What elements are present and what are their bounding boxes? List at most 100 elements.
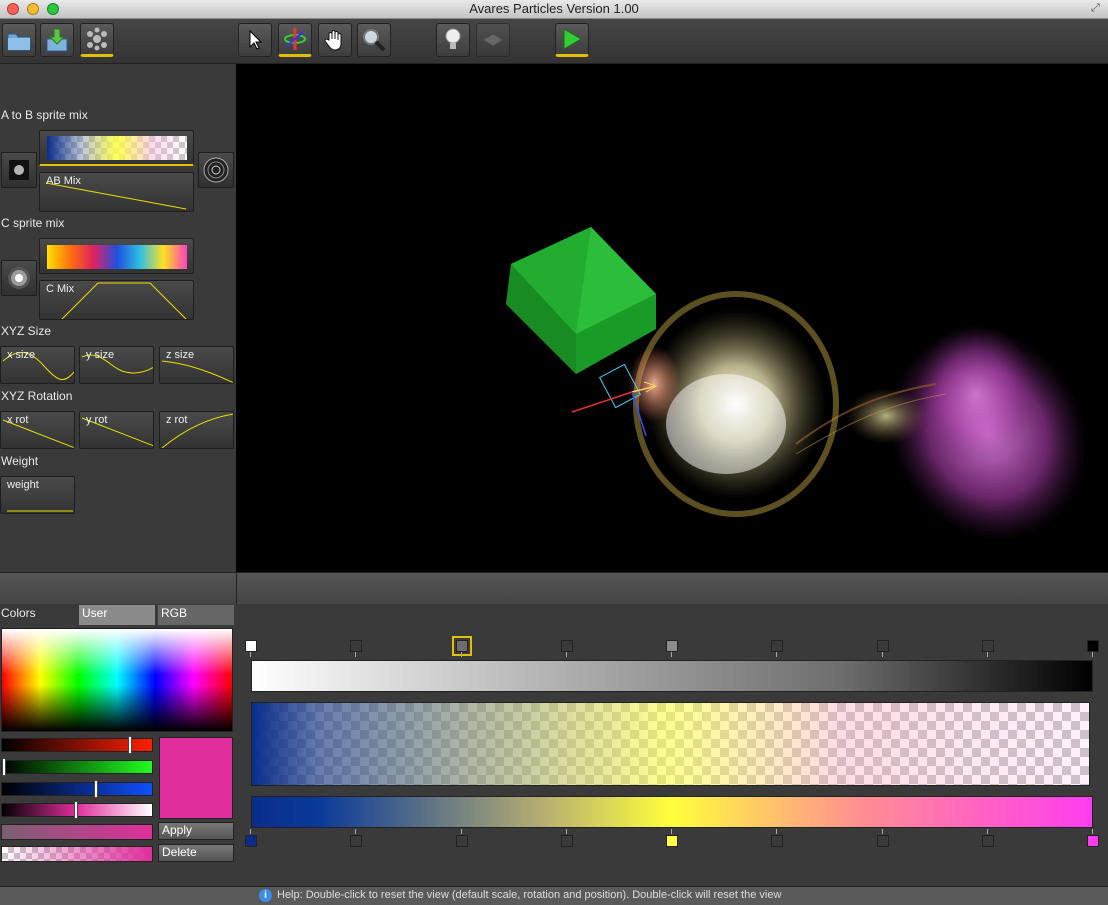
gradient-editor bbox=[236, 604, 1108, 886]
stop-tick bbox=[355, 652, 357, 657]
ab-mix-curve-button[interactable]: AB Mix bbox=[39, 172, 194, 212]
stop-tick bbox=[1092, 829, 1093, 834]
tab-rgb[interactable]: RGB bbox=[158, 605, 234, 625]
gradient-stop[interactable] bbox=[771, 640, 784, 652]
alpha-gradient-bar[interactable] bbox=[251, 660, 1093, 692]
fullscreen-icon[interactable]: ⤢ bbox=[1091, 2, 1103, 14]
stop-tick bbox=[565, 829, 567, 834]
x-size-label: x size bbox=[7, 349, 36, 361]
window-title: Avares Particles Version 1.00 bbox=[469, 1, 639, 16]
x-size-curve-button[interactable]: x size bbox=[0, 346, 75, 384]
info-icon: i bbox=[259, 889, 272, 902]
gradient-stop[interactable] bbox=[981, 640, 994, 652]
alpha-slider-thumb[interactable] bbox=[73, 801, 78, 819]
blue-slider-thumb[interactable] bbox=[93, 780, 98, 798]
color-gradient-bar[interactable] bbox=[251, 796, 1093, 828]
gradient-stop[interactable] bbox=[876, 835, 889, 847]
y-rot-label: y rot bbox=[86, 414, 108, 426]
c-gradient-button[interactable] bbox=[39, 238, 194, 274]
gradient-stop[interactable] bbox=[455, 835, 468, 847]
stop-tick bbox=[565, 652, 567, 657]
gradient-stop[interactable] bbox=[451, 636, 472, 656]
open-folder-button[interactable] bbox=[2, 23, 36, 57]
xyz-rotation-label: XYZ Rotation bbox=[1, 389, 73, 403]
sprite-c-button[interactable] bbox=[1, 260, 37, 296]
delete-button[interactable]: Delete bbox=[158, 844, 234, 862]
z-size-curve-button[interactable]: z size bbox=[159, 346, 234, 384]
c-mix-curve-button[interactable]: C Mix bbox=[39, 280, 194, 320]
blue-slider[interactable] bbox=[1, 780, 153, 798]
ab-mix-label: AB Mix bbox=[46, 175, 81, 187]
color-palette[interactable] bbox=[1, 628, 233, 732]
green-cube-mesh bbox=[506, 227, 656, 374]
help-text: Help: Double-click to reset the view (de… bbox=[277, 889, 782, 901]
ab-sprite-mix-label: A to B sprite mix bbox=[1, 108, 88, 122]
red-slider-thumb[interactable] bbox=[127, 736, 132, 754]
red-slider[interactable] bbox=[1, 736, 153, 754]
gradient-stop[interactable] bbox=[245, 640, 257, 652]
play-button[interactable] bbox=[555, 23, 589, 57]
ab-gradient-button[interactable] bbox=[39, 130, 194, 166]
status-bar: i Help: Double-click to reset the view (… bbox=[0, 886, 1108, 905]
gradient-stop[interactable] bbox=[350, 640, 363, 652]
gradient-stop[interactable] bbox=[560, 835, 573, 847]
weight-curve-label: weight bbox=[7, 479, 39, 491]
gradient-stop[interactable] bbox=[666, 640, 678, 652]
x-rot-label: x rot bbox=[7, 414, 29, 426]
select-tool-button[interactable] bbox=[238, 23, 272, 57]
stop-tick bbox=[250, 829, 251, 834]
play-icon bbox=[563, 28, 582, 50]
render-grid-icon bbox=[482, 33, 504, 47]
gradient-stop[interactable] bbox=[1087, 835, 1099, 847]
stop-tick bbox=[460, 652, 462, 657]
x-rot-curve-button[interactable]: x rot bbox=[0, 411, 75, 449]
green-slider[interactable] bbox=[1, 758, 153, 776]
import-button[interactable] bbox=[40, 23, 74, 57]
stop-tick bbox=[776, 829, 778, 834]
pan-tool-button[interactable] bbox=[318, 23, 352, 57]
rotate-tool-button[interactable] bbox=[278, 23, 312, 57]
y-size-curve-button[interactable]: y size bbox=[79, 346, 154, 384]
alpha-slider[interactable] bbox=[1, 801, 153, 819]
zoom-tool-button[interactable] bbox=[357, 23, 391, 57]
sprite-a-button[interactable] bbox=[1, 152, 37, 188]
rotate-gizmo-icon bbox=[284, 28, 306, 50]
stop-tick bbox=[671, 652, 672, 657]
stop-tick bbox=[460, 829, 462, 834]
z-rot-curve-button[interactable]: z rot bbox=[159, 411, 234, 449]
c-mix-label: C Mix bbox=[46, 283, 75, 295]
title-bar: Avares Particles Version 1.00 ⤢ bbox=[0, 0, 1108, 19]
sprite-b-button[interactable] bbox=[198, 152, 234, 188]
import-download-icon bbox=[46, 28, 68, 52]
weight-label: Weight bbox=[1, 454, 39, 468]
gradient-stop[interactable] bbox=[1087, 640, 1099, 652]
gradient-stop[interactable] bbox=[666, 835, 678, 847]
gradient-stop[interactable] bbox=[245, 835, 257, 847]
opacity-preview bbox=[1, 824, 153, 840]
stop-tick bbox=[355, 829, 357, 834]
apply-button[interactable]: Apply bbox=[158, 822, 234, 840]
render-grid-button[interactable] bbox=[476, 23, 510, 57]
sprite-c-icon bbox=[8, 267, 30, 289]
open-folder-icon bbox=[7, 33, 31, 51]
pointer-arrow-icon bbox=[249, 29, 263, 50]
panel-divider bbox=[0, 572, 1108, 606]
gradient-stop[interactable] bbox=[981, 835, 994, 847]
stop-tick bbox=[986, 652, 988, 657]
gradient-stop[interactable] bbox=[771, 835, 784, 847]
stop-tick bbox=[986, 829, 988, 834]
green-slider-thumb[interactable] bbox=[2, 758, 6, 776]
tab-user[interactable]: User bbox=[79, 605, 155, 625]
y-rot-curve-button[interactable]: y rot bbox=[79, 411, 154, 449]
gradient-stop[interactable] bbox=[876, 640, 889, 652]
z-size-label: z size bbox=[166, 349, 195, 361]
stop-tick bbox=[776, 652, 778, 657]
weight-curve-button[interactable]: weight bbox=[0, 476, 75, 514]
particles-button[interactable] bbox=[80, 23, 114, 57]
gradient-stop[interactable] bbox=[560, 640, 573, 652]
composite-gradient-preview bbox=[251, 702, 1090, 786]
gradient-stop[interactable] bbox=[350, 835, 363, 847]
particle-viewport[interactable] bbox=[236, 64, 1108, 572]
toolbar bbox=[0, 19, 1108, 64]
lighting-button[interactable] bbox=[436, 23, 470, 57]
